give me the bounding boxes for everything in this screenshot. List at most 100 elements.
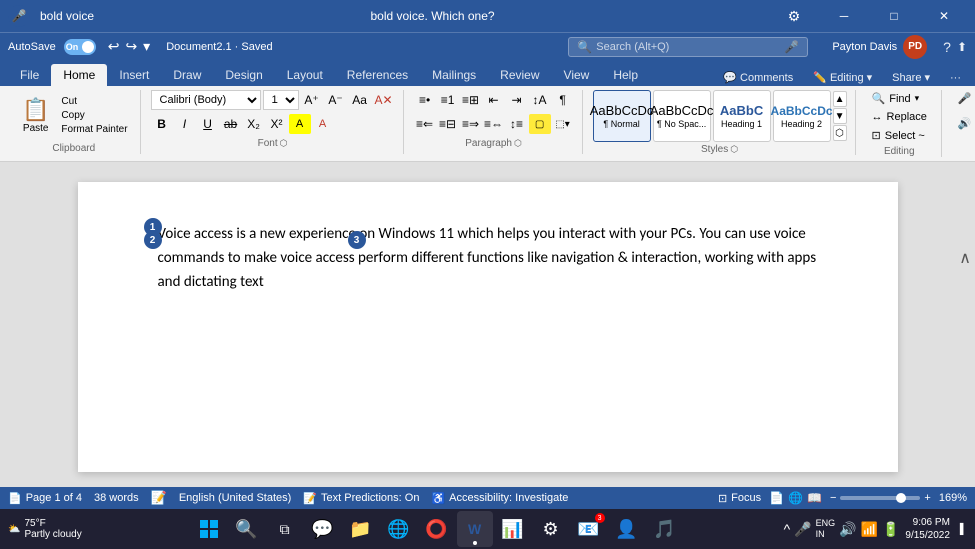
- tab-view[interactable]: View: [552, 64, 602, 86]
- font-size-select[interactable]: 11: [263, 90, 299, 110]
- autosave-toggle[interactable]: On: [64, 39, 96, 55]
- status-accessibility[interactable]: ♿ Accessibility: Investigate: [431, 492, 568, 505]
- status-words[interactable]: 38 words: [94, 492, 139, 504]
- tab-mailings[interactable]: Mailings: [420, 64, 488, 86]
- search-box[interactable]: 🔍 🎤: [568, 37, 808, 57]
- borders-button[interactable]: ⬚▾: [552, 114, 574, 134]
- font-family-select[interactable]: Calibri (Body): [151, 90, 261, 110]
- style-no-spacing[interactable]: AaBbCcDc ¶ No Spac...: [653, 90, 711, 142]
- tab-layout[interactable]: Layout: [275, 64, 335, 86]
- status-page[interactable]: 📄 Page 1 of 4: [8, 492, 82, 505]
- show-marks-button[interactable]: ¶: [552, 90, 574, 110]
- line-spacing-button[interactable]: ↕≡: [506, 114, 528, 134]
- strikethrough-button[interactable]: ab: [220, 114, 242, 134]
- track-changes-icon[interactable]: 📝: [151, 490, 167, 506]
- explorer-button[interactable]: 📁: [343, 511, 379, 547]
- redo-icon[interactable]: ↪: [125, 38, 137, 55]
- bold-button[interactable]: B: [151, 114, 173, 134]
- format-painter-button[interactable]: Format Painter: [57, 123, 131, 136]
- tab-draw[interactable]: Draw: [161, 64, 213, 86]
- grow-font-button[interactable]: A⁺: [301, 90, 323, 110]
- spotify-button[interactable]: 🎵: [647, 511, 683, 547]
- editing-button[interactable]: ✏️ Editing ▾: [807, 69, 878, 86]
- bullet-list-button[interactable]: ≡•: [414, 90, 436, 110]
- tab-review[interactable]: Review: [488, 64, 551, 86]
- align-left-button[interactable]: ≡⇐: [414, 114, 436, 134]
- chevron-up-icon[interactable]: ^: [784, 521, 791, 537]
- more-options-button[interactable]: ···: [944, 70, 967, 86]
- zoom-level[interactable]: 169%: [939, 492, 967, 504]
- edge-button[interactable]: 🌐: [381, 511, 417, 547]
- font-expand-icon[interactable]: ⬡: [280, 138, 288, 149]
- dictate-button[interactable]: 🎤 Dictate ▾: [952, 90, 975, 107]
- style-normal[interactable]: AaBbCcDc ¶ Normal: [593, 90, 651, 142]
- superscript-button[interactable]: X²: [266, 114, 288, 134]
- view-read-icon[interactable]: 📖: [807, 491, 822, 505]
- read-aloud-button[interactable]: 🔊 Read Aloud: [952, 109, 975, 137]
- voice-marker-3[interactable]: 3: [348, 231, 366, 249]
- voice-marker-2[interactable]: 2: [144, 231, 162, 249]
- search-input[interactable]: [596, 41, 780, 53]
- document-text[interactable]: Voice access is a new experience on Wind…: [158, 222, 818, 294]
- style-scroll-down[interactable]: ▼: [833, 108, 847, 124]
- people-button[interactable]: 👤: [609, 511, 645, 547]
- style-expand[interactable]: ⬡: [833, 125, 847, 141]
- underline-button[interactable]: U: [197, 114, 219, 134]
- focus-button[interactable]: ⊡ Focus: [718, 492, 761, 505]
- undo-icon[interactable]: ↩: [108, 38, 120, 55]
- style-heading2[interactable]: AaBbCcDc Heading 2: [773, 90, 831, 142]
- align-center-button[interactable]: ≡⊟: [437, 114, 459, 134]
- circle-button[interactable]: ⭕: [419, 511, 455, 547]
- find-button[interactable]: 🔍 Find ▾: [866, 90, 933, 107]
- shrink-font-button[interactable]: A⁻: [325, 90, 347, 110]
- tab-insert[interactable]: Insert: [107, 64, 161, 86]
- style-scroll-up[interactable]: ▲: [833, 91, 847, 107]
- excel-button[interactable]: 📊: [495, 511, 531, 547]
- change-case-button[interactable]: Aa: [349, 90, 371, 110]
- collapse-ribbon-button[interactable]: ∧: [959, 248, 971, 268]
- zoom-slider[interactable]: [840, 496, 920, 500]
- paragraph-expand-icon[interactable]: ⬡: [514, 138, 522, 149]
- close-button[interactable]: ✕: [921, 0, 967, 32]
- tab-references[interactable]: References: [335, 64, 420, 86]
- maximize-button[interactable]: □: [871, 0, 917, 32]
- search-button[interactable]: 🔍: [229, 511, 265, 547]
- mail-button[interactable]: 📧 3: [571, 511, 607, 547]
- settings-icon[interactable]: ⚙: [771, 0, 817, 32]
- subscript-button[interactable]: X₂: [243, 114, 265, 134]
- minimize-button[interactable]: ─: [821, 0, 867, 32]
- mic-search-icon[interactable]: 🎤: [784, 40, 799, 54]
- multilevel-list-button[interactable]: ≡⊞: [460, 90, 482, 110]
- style-heading1[interactable]: AaBbC Heading 1: [713, 90, 771, 142]
- paste-button[interactable]: 📋 Paste: [16, 95, 55, 136]
- clock-area[interactable]: 9:06 PM 9/15/2022: [905, 516, 950, 542]
- decrease-indent-button[interactable]: ⇤: [483, 90, 505, 110]
- cut-button[interactable]: Cut: [57, 95, 131, 108]
- replace-button[interactable]: ↔ Replace: [866, 109, 933, 125]
- status-text-predictions[interactable]: 📝 Text Predictions: On: [303, 492, 419, 505]
- share-icon[interactable]: ⬆: [957, 40, 967, 54]
- status-language[interactable]: English (United States): [179, 492, 292, 504]
- show-desktop-button[interactable]: ▌: [960, 524, 967, 535]
- language-icon[interactable]: ENGIN: [816, 518, 836, 540]
- word-taskbar-button[interactable]: W: [457, 511, 493, 547]
- network-icon[interactable]: 📶: [861, 521, 878, 538]
- styles-expand-icon[interactable]: ⬡: [730, 144, 738, 155]
- highlight-button[interactable]: A: [289, 114, 311, 134]
- chat-button[interactable]: 💬: [305, 511, 341, 547]
- copy-button[interactable]: Copy: [57, 109, 131, 122]
- weather-widget[interactable]: ⛅ 75°F Partly cloudy: [8, 518, 82, 540]
- view-print-icon[interactable]: 📄: [769, 491, 784, 505]
- italic-button[interactable]: I: [174, 114, 196, 134]
- tab-home[interactable]: Home: [51, 64, 107, 86]
- select-button[interactable]: ⊡ Select ~: [866, 127, 933, 144]
- zoom-in-button[interactable]: +: [924, 492, 930, 504]
- user-avatar[interactable]: PD: [903, 35, 927, 59]
- share-button[interactable]: Share ▾: [886, 69, 936, 86]
- speaker-icon[interactable]: 🔊: [839, 521, 856, 538]
- more-icon[interactable]: ▾: [143, 38, 150, 55]
- task-view-button[interactable]: ⧉: [267, 511, 303, 547]
- clear-format-button[interactable]: A✕: [373, 90, 395, 110]
- align-right-button[interactable]: ≡⇒: [460, 114, 482, 134]
- justify-button[interactable]: ≡⇔: [483, 114, 505, 134]
